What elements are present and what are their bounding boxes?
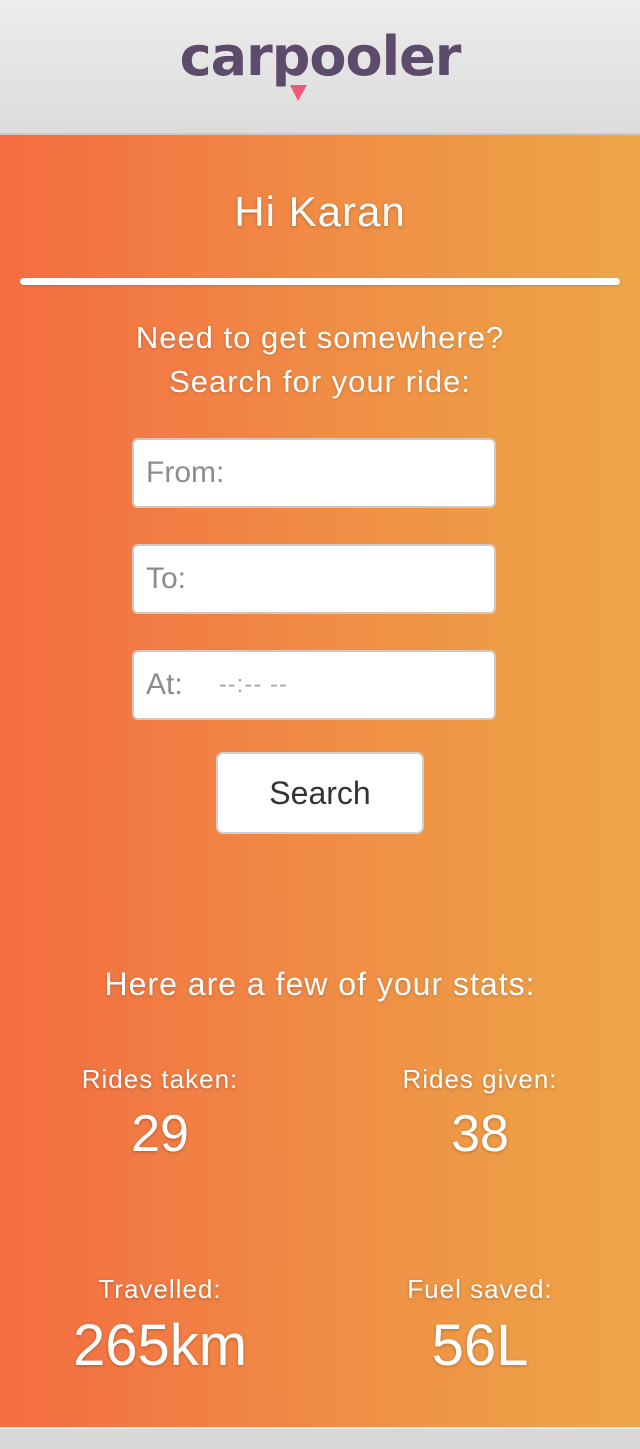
stat-rides-given: Rides given: 38 xyxy=(320,1062,640,1166)
time-label: At: xyxy=(146,668,183,701)
stats-heading: Here are a few of your stats: xyxy=(104,966,536,1002)
stat-label: Rides given: xyxy=(402,1064,558,1094)
time-placeholder: --:-- -- xyxy=(218,671,288,698)
stat-value: 29 xyxy=(131,1105,189,1163)
time-input[interactable]: At: --:-- -- xyxy=(132,650,496,720)
stat-value: 56L xyxy=(431,1313,529,1378)
search-prompt-line-2: Search for your ride: xyxy=(169,364,471,399)
stat-label: Fuel saved: xyxy=(407,1274,553,1304)
carpooler-logo[interactable]: carpooler xyxy=(0,18,640,101)
to-placeholder: To: xyxy=(146,562,187,595)
stat-fuel-saved: Fuel saved: 56L xyxy=(320,1272,640,1380)
from-placeholder: From: xyxy=(146,456,225,489)
stat-travelled: Travelled: 265km xyxy=(0,1272,320,1380)
app-screen: carpooler Hi Karan Need to get somewhere… xyxy=(0,0,640,1449)
greeting-heading: Hi Karan xyxy=(234,188,406,235)
search-button[interactable]: Search xyxy=(216,752,424,834)
stat-label: Rides taken: xyxy=(81,1064,239,1094)
bottom-nav-bar xyxy=(0,1427,640,1449)
logo-text: carpooler xyxy=(179,25,462,88)
stat-value: 265km xyxy=(72,1313,248,1378)
search-prompt: Need to get somewhere? Search for your r… xyxy=(0,316,640,404)
divider xyxy=(20,278,620,285)
from-input[interactable]: From: xyxy=(132,438,496,508)
search-prompt-line-1: Need to get somewhere? xyxy=(135,320,505,355)
stat-value: 38 xyxy=(451,1105,509,1163)
to-input[interactable]: To: xyxy=(132,544,496,614)
stat-rides-taken: Rides taken: 29 xyxy=(0,1062,320,1166)
location-pin-icon xyxy=(290,85,307,101)
app-header: carpooler xyxy=(0,0,640,135)
stat-label: Travelled: xyxy=(98,1274,222,1304)
